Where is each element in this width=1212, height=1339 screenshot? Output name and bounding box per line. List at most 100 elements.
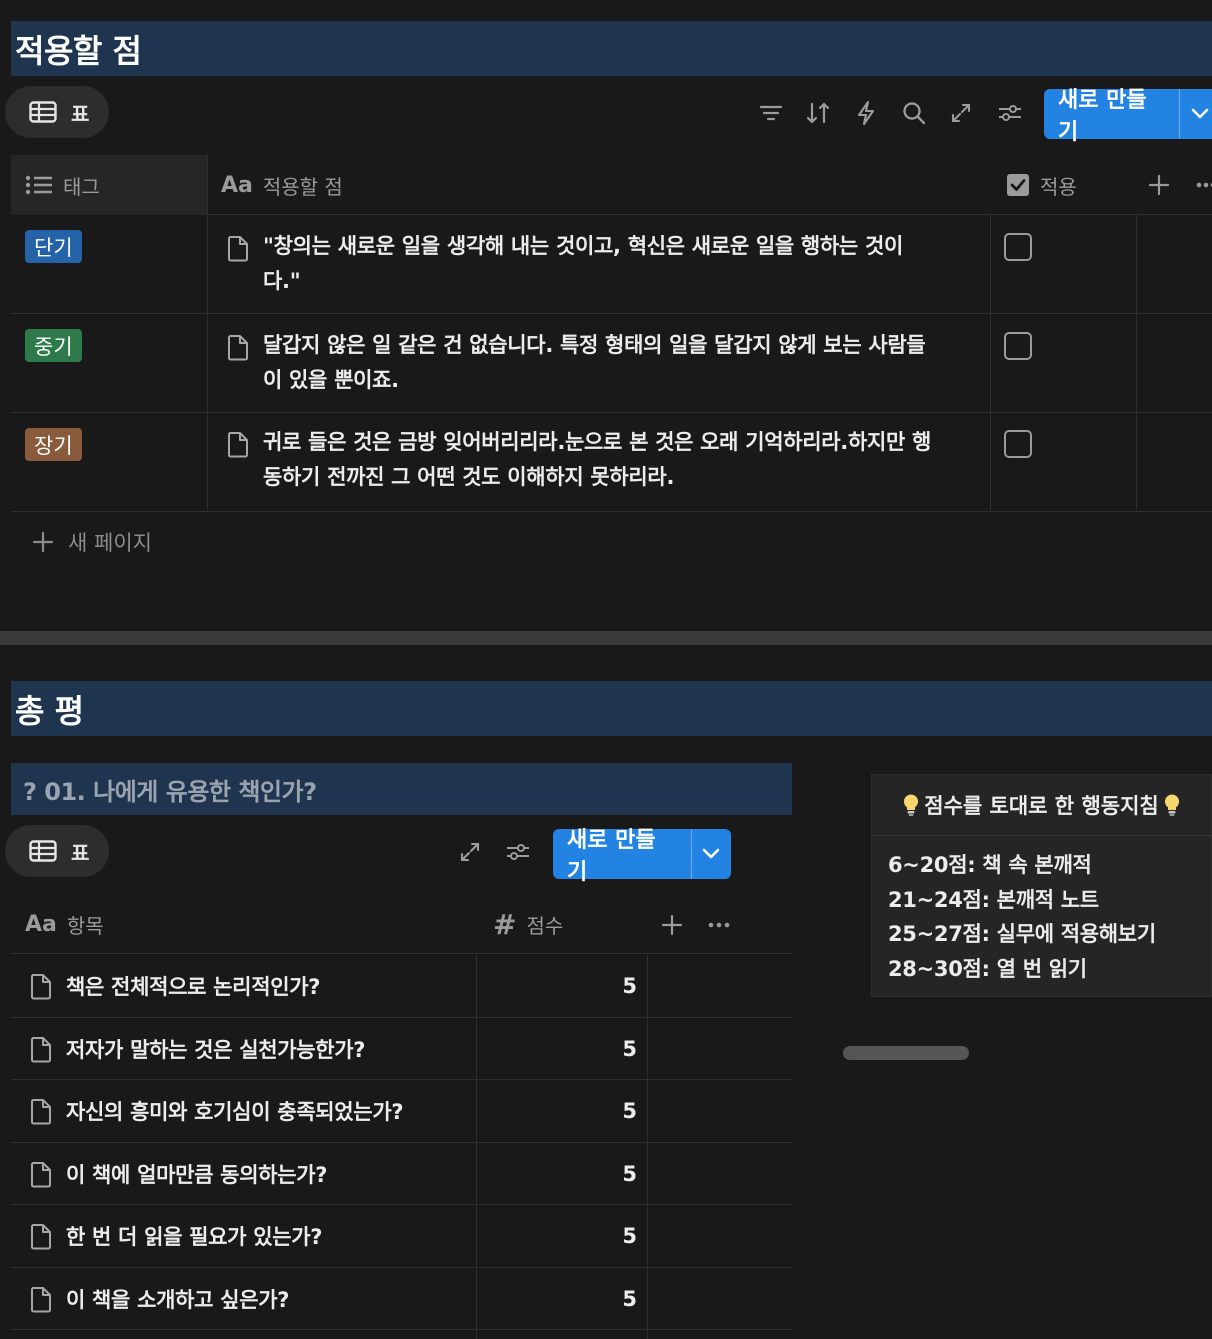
- column-label: 적용할 점: [262, 174, 343, 199]
- table-row[interactable]: 중기 달갑지 않은 일 같은 건 없습니다. 특정 형태의 일을 달갑지 않게 …: [11, 314, 1212, 413]
- tag-badge[interactable]: 단기: [25, 230, 82, 263]
- section-divider: [0, 631, 1212, 645]
- more-options-icon[interactable]: [708, 895, 730, 954]
- table-view-tab[interactable]: 표: [5, 86, 110, 138]
- score-value[interactable]: 5: [477, 1143, 637, 1205]
- apply-point-text[interactable]: 귀로 들은 것은 금방 잊어버리리라.눈으로 본 것은 오래 기억하리라.하지만…: [263, 425, 978, 495]
- page-icon: [31, 1224, 51, 1250]
- guide-line: 6~20점: 책 속 본깨적: [888, 853, 1092, 877]
- page-icon: [31, 974, 51, 1000]
- new-page-label: 새 페이지: [68, 531, 152, 555]
- score-value[interactable]: 5: [477, 1018, 637, 1080]
- add-column-icon[interactable]: [661, 895, 683, 954]
- new-button-label: 새로 만들기: [567, 828, 656, 885]
- tag-badge[interactable]: 중기: [25, 329, 82, 362]
- table-row[interactable]: 단기 "창의는 새로운 일을 생각해 내는 것이고, 혁신은 새로운 일을 행하…: [11, 215, 1212, 314]
- table-view-tab[interactable]: 표: [5, 825, 110, 877]
- table-row[interactable]: 이 책에 얼마만큼 동의하는가? 5: [11, 1143, 792, 1205]
- text-type-icon: Aa: [221, 172, 253, 198]
- item-text[interactable]: 자신의 흥미와 호기심이 충족되었는가?: [66, 1080, 404, 1142]
- table-row[interactable]: 자신의 흥미와 호기심이 충족되었는가? 5: [11, 1080, 792, 1143]
- column-label: 항목: [66, 914, 104, 938]
- page-icon: [31, 1286, 51, 1312]
- new-page-button[interactable]: 새 페이지: [32, 526, 152, 558]
- table-row[interactable]: 저자가 말하는 것은 실천가능한가? 5: [11, 1018, 792, 1080]
- lightbulb-icon: [1164, 794, 1179, 816]
- column-header-score[interactable]: # 점수: [493, 895, 563, 954]
- column-label: 적용: [1040, 174, 1077, 199]
- table-row[interactable]: 책은 전체적으로 논리적인가? 5: [11, 955, 792, 1018]
- filter-icon[interactable]: [757, 99, 785, 127]
- chevron-down-icon[interactable]: [692, 829, 732, 879]
- view-label: 표: [71, 840, 90, 865]
- column-header-item[interactable]: Aa 항목: [25, 895, 104, 954]
- text-line: 이 있을 뿐이죠.: [263, 368, 399, 392]
- settings-sliders-icon[interactable]: [504, 838, 532, 866]
- new-button[interactable]: 새로 만들기: [553, 828, 732, 885]
- table-row[interactable]: 장기 귀로 들은 것은 금방 잊어버리리라.눈으로 본 것은 오래 기억하리라.…: [11, 413, 1212, 512]
- page-icon: [31, 1036, 51, 1062]
- item-text[interactable]: 이 책을 소개하고 싶은가?: [66, 1268, 289, 1330]
- sub-heading-useful-book: ? 01. 나에게 유용한 책인가?: [11, 763, 792, 815]
- text-line: 동하기 전까진 그 어떤 것도 이해하지 못하리라.: [263, 465, 675, 489]
- callout-body: 6~20점: 책 속 본깨적 21~24점: 본깨적 노트 25~27점: 실무…: [872, 836, 1211, 986]
- add-column-icon[interactable]: [1148, 155, 1170, 215]
- expand-icon[interactable]: [456, 838, 484, 866]
- table-header: 태그 Aa 적용할 점 적용: [11, 155, 1212, 215]
- section-title-apply: 적용할 점: [11, 21, 1212, 76]
- table-row[interactable]: 이 책을 소개하고 싶은가? 5: [11, 1268, 792, 1330]
- guide-line: 28~30점: 열 번 읽기: [888, 956, 1087, 981]
- callout-title: 점수를 토대로 한 행동지침: [872, 775, 1211, 836]
- automation-bolt-icon[interactable]: [852, 99, 880, 127]
- applied-checkbox[interactable]: [1004, 233, 1032, 261]
- item-text[interactable]: 저자가 말하는 것은 실천가능한가?: [66, 1018, 366, 1080]
- text-line: 귀로 들은 것은 금방 잊어버리리라.눈으로 본 것은 오래 기억하리라.하지만…: [263, 430, 932, 454]
- tag-badge[interactable]: 장기: [25, 428, 82, 461]
- apply-point-text[interactable]: 달갑지 않은 일 같은 건 없습니다. 특정 형태의 일을 달갑지 않게 보는 …: [263, 328, 978, 398]
- table-header: Aa 항목 # 점수: [11, 895, 792, 954]
- score-value[interactable]: 5: [477, 1080, 637, 1142]
- text-type-icon: Aa: [25, 912, 57, 937]
- search-icon[interactable]: [900, 99, 928, 127]
- callout-title-text: 점수를 토대로 한 행동지침: [924, 794, 1159, 818]
- more-options-icon[interactable]: [1196, 155, 1212, 215]
- score-value[interactable]: 5: [477, 955, 637, 1017]
- section-title-review: 총 평: [11, 681, 1212, 736]
- new-button[interactable]: 새로 만들기: [1044, 88, 1212, 145]
- list-icon: [25, 175, 52, 195]
- page-icon: [31, 1161, 51, 1187]
- page-icon: [228, 236, 248, 262]
- table-icon: [29, 101, 57, 123]
- checkbox-type-icon: [1007, 174, 1029, 196]
- settings-sliders-icon[interactable]: [996, 99, 1024, 127]
- table-icon: [29, 840, 57, 862]
- number-type-icon: #: [493, 908, 517, 941]
- score-value[interactable]: 5: [477, 1205, 637, 1267]
- lightbulb-icon: [904, 794, 919, 816]
- view-label: 표: [71, 101, 90, 126]
- score-value[interactable]: 5: [477, 1268, 637, 1330]
- chevron-down-icon[interactable]: [1180, 89, 1212, 139]
- horizontal-scrollbar[interactable]: [843, 1046, 969, 1060]
- applied-checkbox[interactable]: [1004, 332, 1032, 360]
- new-button-label: 새로 만들기: [1058, 88, 1147, 145]
- item-text[interactable]: 한 번 더 읽을 필요가 있는가?: [66, 1205, 322, 1267]
- item-text[interactable]: 책은 전체적으로 논리적인가?: [66, 955, 320, 1017]
- column-label: 태그: [63, 174, 100, 199]
- column-header-applied[interactable]: 적용: [1006, 155, 1077, 215]
- apply-point-text[interactable]: "창의는 새로운 일을 생각해 내는 것이고, 혁신은 새로운 일을 행하는 것…: [263, 229, 978, 299]
- item-text[interactable]: 이 책에 얼마만큼 동의하는가?: [66, 1143, 327, 1205]
- guide-line: 25~27점: 실무에 적용해보기: [888, 922, 1156, 946]
- text-line: 달갑지 않은 일 같은 건 없습니다. 특정 형태의 일을 달갑지 않게 보는 …: [263, 333, 926, 357]
- plus-icon: [32, 531, 54, 553]
- applied-checkbox[interactable]: [1004, 430, 1032, 458]
- text-line: 다.": [263, 269, 301, 293]
- column-header-point[interactable]: Aa 적용할 점: [221, 155, 343, 215]
- text-line: "창의는 새로운 일을 생각해 내는 것이고, 혁신은 새로운 일을 행하는 것…: [263, 234, 904, 258]
- expand-icon[interactable]: [947, 99, 975, 127]
- page-icon: [228, 432, 248, 458]
- table-row[interactable]: 한 번 더 읽을 필요가 있는가? 5: [11, 1205, 792, 1268]
- sort-icon[interactable]: [804, 99, 832, 127]
- column-header-tag[interactable]: 태그: [25, 155, 100, 215]
- column-label: 점수: [526, 914, 564, 938]
